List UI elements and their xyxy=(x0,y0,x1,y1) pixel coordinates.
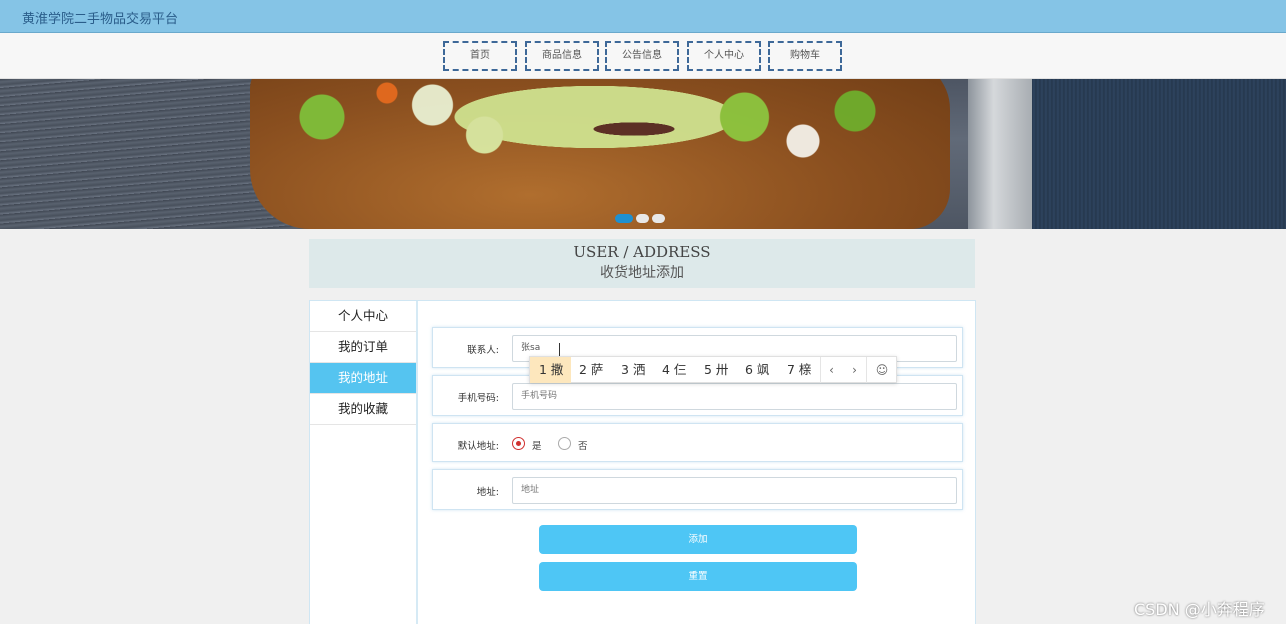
sidebar-item-orders[interactable]: 我的订单 xyxy=(310,332,416,363)
nav-item-products[interactable]: 商品信息 xyxy=(525,41,599,71)
banner-salad xyxy=(270,79,920,189)
top-bar: 黄淮学院二手物品交易平台 xyxy=(0,0,1286,33)
carousel-dot-3[interactable] xyxy=(652,214,665,223)
ime-candidate-4[interactable]: 4 仨 xyxy=(653,357,686,383)
carousel-dots xyxy=(615,208,668,223)
nav-item-cart[interactable]: 购物车 xyxy=(768,41,842,71)
sidebar-item-address[interactable]: 我的地址 xyxy=(310,363,416,394)
ime-candidate-1[interactable]: 1 撒 xyxy=(530,357,571,383)
carousel-dot-2[interactable] xyxy=(636,214,649,223)
address-label: 地址: xyxy=(476,487,499,498)
form-row-default: 默认地址: 是 否 xyxy=(432,423,963,462)
reset-button[interactable]: 重置 xyxy=(539,562,857,591)
ime-candidate-2[interactable]: 2 萨 xyxy=(570,357,603,383)
banner-knife xyxy=(968,79,1032,229)
banner-cloth-texture xyxy=(996,79,1286,229)
page-heading-cn: 收货地址添加 xyxy=(600,265,684,281)
sidebar-item-favorites[interactable]: 我的收藏 xyxy=(310,394,416,425)
address-input[interactable]: 地址 xyxy=(512,477,957,504)
content-panel: 个人中心 我的订单 我的地址 我的收藏 联系人: 张sa 手机号码: 手机号码 … xyxy=(309,300,976,624)
ime-emoji-icon[interactable]: ☺ xyxy=(867,357,897,383)
ime-candidate-3[interactable]: 3 洒 xyxy=(612,357,645,383)
default-yes-radio[interactable] xyxy=(512,437,525,450)
text-cursor-icon xyxy=(557,343,563,357)
form-row-address: 地址: 地址 xyxy=(432,469,963,510)
ime-candidate-5[interactable]: 5 卅 xyxy=(695,357,728,383)
site-title: 黄淮学院二手物品交易平台 xyxy=(22,12,179,27)
ime-candidate-7[interactable]: 7 榇 xyxy=(778,357,811,383)
sidebar-menu: 个人中心 我的订单 我的地址 我的收藏 xyxy=(310,301,418,624)
page-heading-en: USER / ADDRESS xyxy=(573,243,711,261)
default-no-label: 否 xyxy=(578,441,588,452)
phone-label: 手机号码: xyxy=(457,393,499,404)
ime-next-icon[interactable]: › xyxy=(844,357,865,383)
banner-carousel xyxy=(0,79,1286,229)
nav-item-profile[interactable]: 个人中心 xyxy=(687,41,761,71)
sidebar-item-profile[interactable]: 个人中心 xyxy=(310,301,416,332)
carousel-dot-1[interactable] xyxy=(615,214,633,223)
watermark: CSDN @小奔程序 xyxy=(1134,600,1265,619)
phone-input[interactable]: 手机号码 xyxy=(512,383,957,410)
add-button[interactable]: 添加 xyxy=(539,525,857,554)
nav-item-home[interactable]: 首页 xyxy=(443,41,517,71)
ime-prev-icon[interactable]: ‹ xyxy=(821,357,842,383)
ime-candidate-6[interactable]: 6 飒 xyxy=(736,357,769,383)
nav-item-notices[interactable]: 公告信息 xyxy=(605,41,679,71)
default-yes-label: 是 xyxy=(532,441,542,452)
default-no-radio[interactable] xyxy=(558,437,571,450)
page-heading: USER / ADDRESS 收货地址添加 xyxy=(309,239,975,288)
contact-label: 联系人: xyxy=(467,345,499,356)
main-nav: 首页 商品信息 公告信息 个人中心 购物车 xyxy=(0,33,1286,79)
default-label: 默认地址: xyxy=(457,441,499,452)
ime-candidate-bar: 1 撒 2 萨 3 洒 4 仨 5 卅 6 飒 7 榇 ‹ › ☺ xyxy=(529,356,897,383)
